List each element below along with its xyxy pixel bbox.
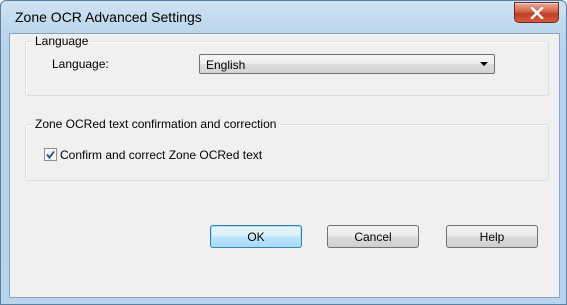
window-title: Zone OCR Advanced Settings — [15, 9, 202, 25]
cancel-button[interactable]: Cancel — [327, 225, 419, 248]
confirm-checkbox[interactable] — [44, 148, 57, 161]
confirm-checkbox-label[interactable]: Confirm and correct Zone OCRed text — [60, 148, 262, 162]
ok-button[interactable]: OK — [210, 225, 302, 248]
help-button[interactable]: Help — [446, 225, 538, 248]
title-bar[interactable]: Zone OCR Advanced Settings — [1, 1, 566, 33]
language-dropdown[interactable]: English — [199, 54, 495, 74]
chevron-down-icon — [480, 62, 488, 66]
checkmark-icon — [46, 150, 55, 159]
language-label: Language: — [52, 57, 109, 71]
close-button[interactable] — [514, 2, 559, 23]
language-group-legend: Language — [32, 34, 92, 48]
close-icon — [530, 6, 543, 19]
dialog-window: Zone OCR Advanced Settings Language Lang… — [0, 0, 567, 305]
confirmation-group-legend: Zone OCRed text confirmation and correct… — [32, 117, 280, 131]
language-dropdown-value: English — [206, 58, 246, 72]
